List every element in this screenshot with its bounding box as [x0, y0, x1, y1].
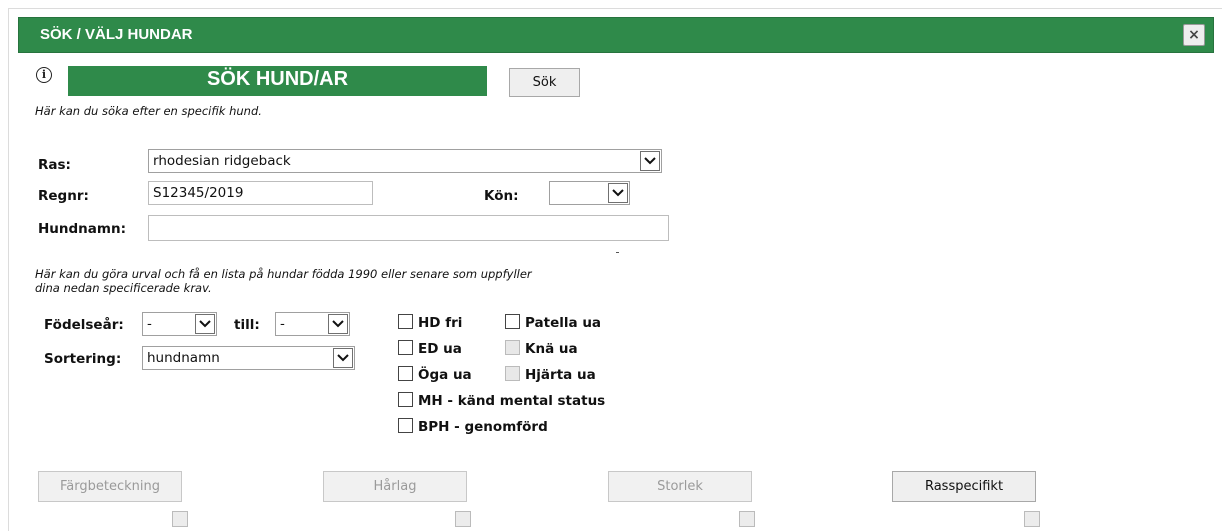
mh-label: MH - känd mental status [418, 393, 606, 409]
hint-filter-line2: dina nedan specificerade krav. [35, 281, 212, 295]
fodelsear-from-value: - [147, 316, 152, 332]
patella-ua-label: Patella ua [525, 315, 602, 331]
chevron-down-icon [333, 348, 353, 368]
hd-fri-label: HD fri [418, 315, 463, 331]
hjarta-ua-label: Hjärta ua [525, 367, 596, 383]
storlek-checkbox[interactable] [739, 511, 755, 527]
bph-label: BPH - genomförd [418, 419, 548, 435]
fargbeteckning-button[interactable]: Färgbeteckning [38, 471, 182, 502]
harlag-checkbox[interactable] [455, 511, 471, 527]
mh-checkbox[interactable] [398, 392, 413, 407]
chevron-down-icon [608, 183, 628, 203]
chevron-down-icon [195, 314, 215, 334]
regnr-input[interactable] [148, 181, 373, 205]
fodelsear-from-select[interactable]: - [142, 312, 217, 336]
fodelsear-to-select[interactable]: - [275, 312, 350, 336]
kna-ua-label: Knä ua [525, 341, 578, 357]
storlek-button[interactable]: Storlek [608, 471, 752, 502]
dialog-title: SÖK / VÄLJ HUNDAR [18, 17, 1214, 53]
sortering-label: Sortering: [44, 351, 122, 367]
search-button[interactable]: Sök [509, 68, 580, 97]
hjarta-ua-checkbox[interactable] [505, 366, 520, 381]
chevron-down-icon [640, 151, 660, 171]
sortering-value: hundnamn [147, 350, 220, 366]
close-icon[interactable]: × [1183, 24, 1205, 46]
kon-select[interactable] [549, 181, 630, 205]
ras-select-value: rhodesian ridgeback [153, 153, 291, 169]
ed-ua-label: ED ua [418, 341, 462, 357]
oga-ua-checkbox[interactable] [398, 366, 413, 381]
rasspecifikt-checkbox[interactable] [1024, 511, 1040, 527]
harlag-button[interactable]: Hårlag [323, 471, 467, 502]
hd-fri-checkbox[interactable] [398, 314, 413, 329]
bph-checkbox[interactable] [398, 418, 413, 433]
info-circle-icon[interactable]: i [36, 67, 52, 83]
fargbeteckning-checkbox[interactable] [172, 511, 188, 527]
rasspecifikt-button[interactable]: Rasspecifikt [892, 471, 1036, 502]
kna-ua-checkbox[interactable] [505, 340, 520, 355]
ed-ua-checkbox[interactable] [398, 340, 413, 355]
oga-ua-label: Öga ua [418, 367, 472, 383]
ras-label: Ras: [38, 157, 71, 173]
regnr-label: Regnr: [38, 188, 89, 204]
ras-select[interactable]: rhodesian ridgeback [148, 149, 662, 173]
sortering-select[interactable]: hundnamn [142, 346, 355, 370]
divider-dash [616, 252, 619, 253]
patella-ua-checkbox[interactable] [505, 314, 520, 329]
hundnamn-label: Hundnamn: [38, 221, 126, 237]
hundnamn-input[interactable] [148, 215, 669, 241]
kon-label: Kön: [484, 188, 519, 204]
chevron-down-icon [328, 314, 348, 334]
till-label: till: [234, 317, 260, 333]
fodelsear-label: Födelseår: [44, 317, 124, 333]
hint-specific: Här kan du söka efter en specifik hund. [35, 104, 262, 118]
fodelsear-to-value: - [280, 316, 285, 332]
hint-filter-line1: Här kan du göra urval och få en lista på… [35, 267, 532, 281]
search-banner: SÖK HUND/AR [68, 66, 487, 96]
